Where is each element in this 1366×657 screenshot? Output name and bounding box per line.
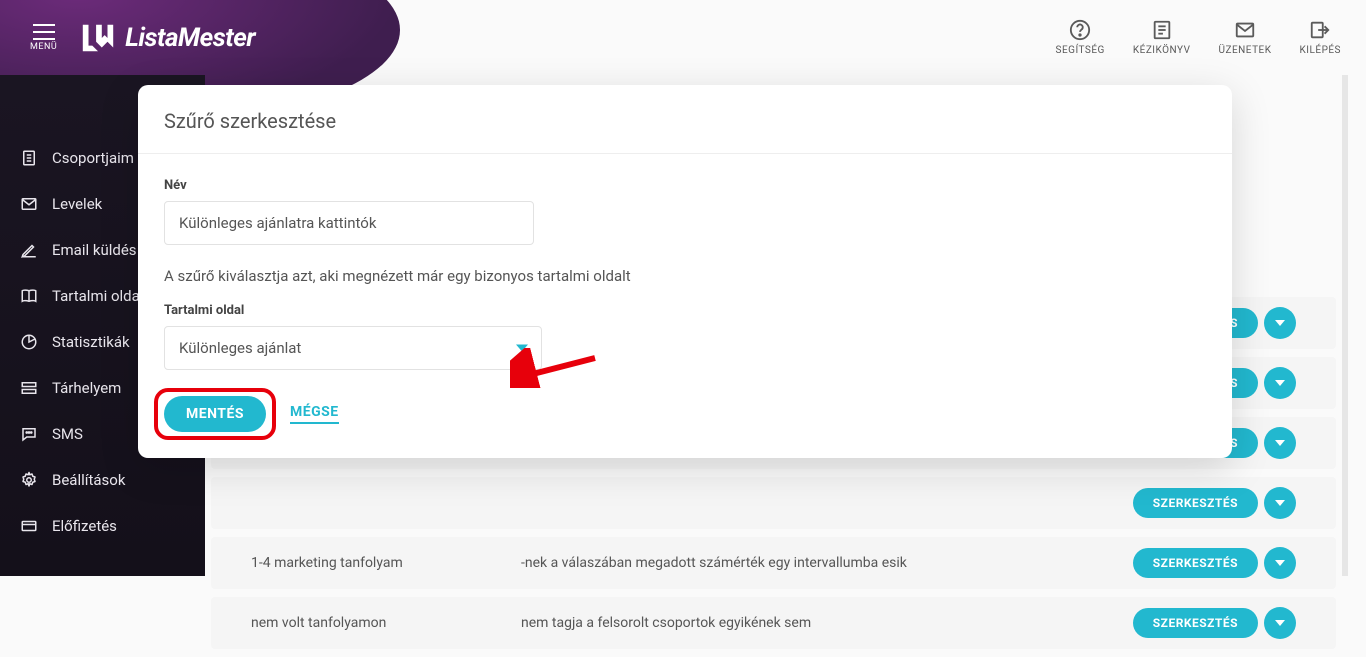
edit-button[interactable]: SZERKESZTÉS: [1133, 548, 1258, 578]
row-menu-button[interactable]: [1264, 427, 1296, 459]
storage-icon: [20, 379, 38, 397]
edit-filter-modal: Szűrő szerkesztése Név A szűrő kiválaszt…: [138, 85, 1232, 458]
envelope-icon: [20, 195, 38, 213]
caret-down-icon: [1275, 320, 1285, 326]
app-header: MENÜ ListaMester SEGÍTSÉG KÉZIKÖNYV ÜZEN…: [0, 0, 1366, 75]
sidebar-item-settings[interactable]: Beállítások: [0, 457, 205, 503]
guide-button[interactable]: KÉZIKÖNYV: [1133, 19, 1191, 56]
hamburger-icon: [33, 24, 55, 40]
caret-down-icon: [1275, 440, 1285, 446]
gear-icon: [20, 471, 38, 489]
book-icon: [20, 287, 38, 305]
guide-icon: [1151, 19, 1173, 41]
row-menu-button[interactable]: [1264, 487, 1296, 519]
menu-label: MENÜ: [30, 42, 57, 52]
name-input[interactable]: [164, 201, 534, 245]
pie-icon: [20, 333, 38, 351]
help-icon: [1069, 19, 1091, 41]
messages-button[interactable]: ÜZENETEK: [1219, 19, 1272, 56]
logout-button[interactable]: KILÉPÉS: [1300, 19, 1342, 56]
caret-down-icon: [1275, 380, 1285, 386]
table-row: 1-4 marketing tanfolyam -nek a válaszába…: [211, 537, 1336, 589]
pencil-icon: [20, 241, 38, 259]
row-menu-button[interactable]: [1264, 547, 1296, 579]
content-page-label: Tartalmi oldal: [164, 303, 1206, 318]
table-row: nem volt tanfolyamon nem tagja a felsoro…: [211, 597, 1336, 649]
cancel-button[interactable]: MÉGSE: [290, 404, 339, 424]
caret-down-icon: [1275, 620, 1285, 626]
content-page-select[interactable]: Különleges ajánlat: [164, 326, 542, 370]
logo-mark-icon: [79, 19, 117, 57]
modal-footer: MENTÉS MÉGSE: [138, 374, 1232, 458]
edit-button[interactable]: SZERKESZTÉS: [1133, 488, 1258, 518]
chat-icon: [20, 425, 38, 443]
sidebar-item-subscription[interactable]: Előfizetés: [0, 503, 205, 549]
mail-icon: [1234, 19, 1256, 41]
edit-button[interactable]: SZERKESZTÉS: [1133, 608, 1258, 638]
row-menu-button[interactable]: [1264, 307, 1296, 339]
card-icon: [20, 517, 38, 535]
brand-logo[interactable]: ListaMester: [79, 19, 255, 57]
row-menu-button[interactable]: [1264, 367, 1296, 399]
caret-down-icon: [1275, 560, 1285, 566]
modal-header: Szűrő szerkesztése: [138, 85, 1232, 154]
name-label: Név: [164, 178, 1206, 193]
menu-button[interactable]: MENÜ: [30, 24, 57, 52]
caret-down-icon: [1275, 500, 1285, 506]
filter-description: A szűrő kiválasztja azt, aki megnézett m…: [164, 267, 1206, 285]
table-row: SZERKESZTÉS: [211, 477, 1336, 529]
row-menu-button[interactable]: [1264, 607, 1296, 639]
clipboard-icon: [20, 149, 38, 167]
help-button[interactable]: SEGÍTSÉG: [1056, 19, 1105, 56]
save-button[interactable]: MENTÉS: [164, 396, 266, 432]
caret-down-icon: [516, 345, 528, 352]
brand-name: ListaMester: [125, 23, 255, 53]
logout-icon: [1309, 19, 1331, 41]
modal-title: Szűrő szerkesztése: [164, 109, 1206, 133]
